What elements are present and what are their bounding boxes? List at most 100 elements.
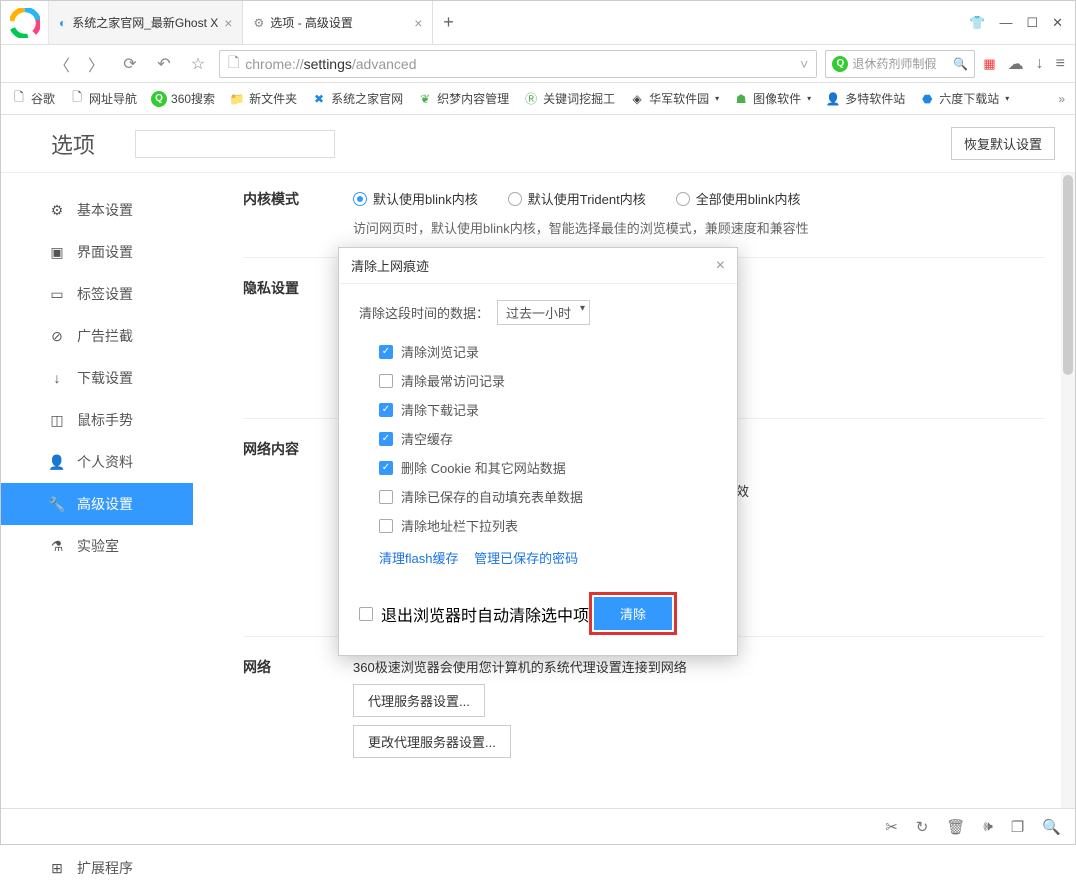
bookmark-nav[interactable]: 🗋网址导航 [69,90,137,107]
url-text: chrome://settings/advanced [245,56,416,72]
search-box[interactable]: Q 退休药剂师制假 🔍 [825,50,975,78]
bookmark-system[interactable]: ✖系统之家官网 [311,90,403,107]
clear-button[interactable]: 清除 [594,597,672,630]
site-icon: ✖ [311,91,327,107]
clear-option-5[interactable]: 清除已保存的自动填充表单数据 [379,482,717,511]
url-bar[interactable]: 🗋 chrome://settings/advanced ˅ [219,50,817,78]
site-icon: ⬣ [919,91,935,107]
back-button[interactable]: 〈 [49,51,75,77]
home-button[interactable]: ↶ [151,51,177,77]
manage-passwords-link[interactable]: 管理已保存的密码 [474,551,578,566]
bookmark-huajun[interactable]: ◈华军软件园▾ [629,90,719,107]
star-button[interactable]: ☆ [185,51,211,77]
option-label: 清除地址栏下拉列表 [401,516,518,535]
option-label: 清除浏览记录 [401,342,479,361]
search-icon[interactable]: 🔍 [953,57,968,71]
forward-button[interactable]: 〉 [83,51,109,77]
bookmark-keyword[interactable]: Ⓡ关键词挖掘工 [523,90,615,107]
option-label: 删除 Cookie 和其它网站数据 [401,458,566,477]
time-range-select[interactable]: 过去一小时 [497,300,590,325]
checkbox-icon [379,519,393,533]
q-icon: Q [151,91,167,107]
clear-option-0[interactable]: 清除浏览记录 [379,337,717,366]
nav-right: ▦ ☁ ↓ ≡ [983,54,1065,74]
page-icon: 🗋 [228,52,239,76]
app-icon: ☗ [733,91,749,107]
clear-flash-link[interactable]: 清理flash缓存 [379,551,458,566]
clear-option-2[interactable]: 清除下载记录 [379,395,717,424]
option-label: 清除下载记录 [401,400,479,419]
links-row: 清理flash缓存 管理已保存的密码 [379,548,717,567]
checkbox-icon [379,432,393,446]
tab-strip: ◐ 系统之家官网_最新Ghost X × ⚙ 选项 - 高级设置 × + [49,1,957,44]
r-icon: Ⓡ [523,91,539,107]
bookmark-360[interactable]: Q360搜索 [151,90,215,107]
clear-option-6[interactable]: 清除地址栏下拉列表 [379,511,717,540]
close-icon[interactable]: × [716,257,725,275]
tab-settings[interactable]: ⚙ 选项 - 高级设置 × [243,1,433,44]
close-icon[interactable]: × [224,15,232,31]
bookmark-duote[interactable]: 👤多特软件站 [825,90,905,107]
bookmark-6dudown[interactable]: ⬣六度下载站▾ [919,90,1009,107]
statusbar: ✂ ↻ 🗑 🕪 ❐ 🔍 [1,808,1075,844]
minimize-icon[interactable]: — [999,15,1012,30]
bookmark-dedecms[interactable]: ❦织梦内容管理 [417,90,509,107]
checkbox-icon [379,403,393,417]
dialog-footer: 退出浏览器时自动清除选中项 清除 [339,577,737,655]
page-icon: 🗋 [69,91,85,107]
menu-icon[interactable]: ≡ [1056,55,1065,73]
globe-icon: ◐ [59,16,66,30]
shield-icon: ◈ [629,91,645,107]
trash-icon[interactable]: 🗑 [946,818,965,836]
clear-options-list: 清除浏览记录清除最常访问记录清除下载记录清空缓存删除 Cookie 和其它网站数… [379,337,717,540]
clear-option-1[interactable]: 清除最常访问记录 [379,366,717,395]
cloud-icon[interactable]: ☁ [1008,54,1024,74]
dialog-header: 清除上网痕迹 × [339,248,737,284]
page-icon: 🗋 [11,91,27,107]
bookmark-google[interactable]: 🗋谷歌 [11,90,55,107]
new-tab-button[interactable]: + [433,1,463,44]
search-icon[interactable]: 🔍 [1042,818,1061,836]
checkbox-icon [379,461,393,475]
dialog-title: 清除上网痕迹 [351,256,429,275]
bookmark-image[interactable]: ☗图像软件▾ [733,90,811,107]
tab-title: 选项 - 高级设置 [270,14,353,31]
sidebar-item-extensions[interactable]: ⊞扩展程序 [1,847,193,889]
clear-option-3[interactable]: 清空缓存 [379,424,717,453]
app-logo[interactable] [1,1,49,45]
clear-option-4[interactable]: 删除 Cookie 和其它网站数据 [379,453,717,482]
navbar: 〈 〉 ⟳ ↶ ☆ 🗋 chrome://settings/advanced ˅… [1,45,1075,83]
download-icon[interactable]: ↓ [1036,55,1044,73]
tab-title: 系统之家官网_最新Ghost X [72,14,218,31]
chevron-down-icon[interactable]: ˅ [800,56,808,72]
clear-data-dialog: 清除上网痕迹 × 清除这段时间的数据： 过去一小时 清除浏览记录清除最常访问记录… [338,247,738,656]
bookmark-overflow[interactable]: » [1058,92,1065,106]
skin-icon[interactable]: 👕 [969,15,985,31]
window-controls: 👕 — ☐ ✕ [957,1,1075,44]
checkbox-icon [379,374,393,388]
content-area: 选项 恢复默认设置 ⚙基本设置 ▣界面设置 ▭标签设置 ⊘广告拦截 ↓下载设置 … [1,115,1075,808]
option-label: 清空缓存 [401,429,453,448]
tab-system-home[interactable]: ◐ 系统之家官网_最新Ghost X × [49,1,243,44]
dialog-overlay: 清除上网痕迹 × 清除这段时间的数据： 过去一小时 清除浏览记录清除最常访问记录… [1,115,1075,808]
checkbox-icon [379,345,393,359]
grid-icon[interactable]: ▦ [983,56,995,72]
browser-logo-icon [10,8,40,38]
auto-clear-checkbox[interactable]: 退出浏览器时自动清除选中项 [359,597,589,631]
option-label: 清除已保存的自动填充表单数据 [401,487,583,506]
scissors-icon[interactable]: ✂ [885,818,898,836]
sound-icon[interactable]: 🕪 [983,818,992,835]
copy-icon[interactable]: ❐ [1011,818,1024,836]
time-range-row: 清除这段时间的数据： 过去一小时 [359,300,717,325]
reload-button[interactable]: ⟳ [117,51,143,77]
maximize-icon[interactable]: ☐ [1026,15,1038,31]
refresh-icon[interactable]: ↻ [916,818,929,836]
bookmark-folder[interactable]: 📁新文件夹 [229,90,297,107]
close-window-icon[interactable]: ✕ [1052,15,1063,31]
close-icon[interactable]: × [414,15,422,31]
person-icon: 👤 [825,91,841,107]
bookmarks-bar: 🗋谷歌 🗋网址导航 Q360搜索 📁新文件夹 ✖系统之家官网 ❦织梦内容管理 Ⓡ… [1,83,1075,115]
highlight-box: 清除 [589,592,677,635]
folder-icon: 📁 [229,91,245,107]
search-engine-icon: Q [832,56,848,72]
